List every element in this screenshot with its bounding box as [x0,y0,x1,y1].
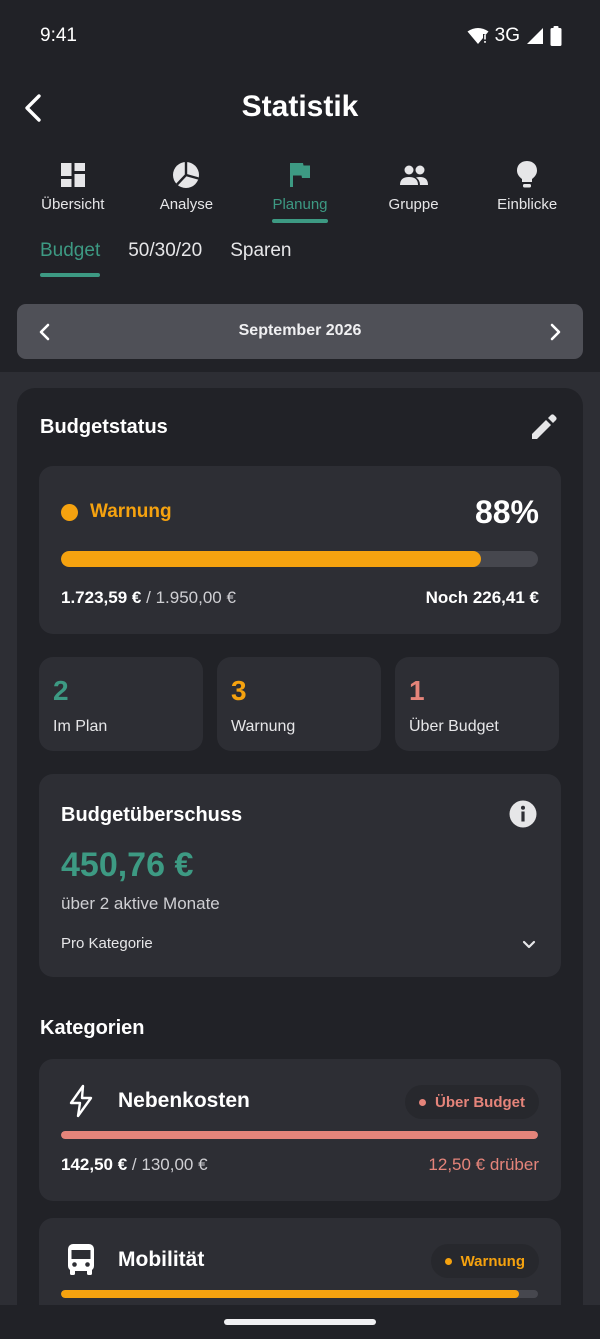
counter-value: 3 [231,675,247,706]
tab-planung[interactable]: Planung [243,150,357,230]
category-status-badge: Warnung [430,1244,539,1278]
info-button[interactable] [509,800,537,828]
pie-chart-icon [173,162,200,188]
tab-active-indicator [271,219,328,223]
info-icon [509,800,537,828]
subtab-budget[interactable]: Budget [40,240,101,280]
category-progress-bar [61,1131,538,1139]
budget-status-title: Budgetstatus [40,416,168,438]
tab-uebersicht[interactable]: Übersicht [16,150,130,230]
tab-label: Übersicht [41,196,105,213]
budget-surplus-box: Budgetüberschuss 450,76 € über 2 aktive … [39,774,561,977]
badge-label: Warnung [460,1252,525,1270]
battery-icon [550,26,562,46]
budget-card: Budgetstatus Warnung 88% 1.723,59 € / 1.… [17,388,583,1339]
bus-icon [68,1244,94,1275]
category-card-nebenkosten[interactable]: Nebenkosten Über Budget 142,50 € / 130,0… [39,1059,561,1201]
category-progress-fill [61,1290,519,1298]
surplus-subtitle: über 2 aktive Monate [61,894,220,913]
status-dot [61,503,78,521]
budget-progress-bar [61,551,538,567]
page-title: Statistik [241,90,359,123]
next-month-button[interactable] [539,316,571,348]
counter-warning[interactable]: 3 Warnung [217,657,381,751]
total-amount: 1.950,00 € [155,588,236,607]
home-indicator[interactable] [224,1319,376,1325]
counter-value: 1 [409,675,425,706]
tab-label: Analyse [159,196,214,213]
status-time: 9:41 [40,25,77,46]
badge-label: Über Budget [435,1093,525,1111]
budget-progress-fill [61,551,481,567]
status-icons: 3G [467,25,562,47]
main-tab-bar: Übersicht Analyse Planung Gruppe Einblic… [16,150,584,230]
per-category-toggle[interactable]: Pro Kategorie [61,935,153,952]
counter-label: Warnung [231,718,296,735]
edit-budget-button[interactable] [529,412,559,442]
counter-over-budget[interactable]: 1 Über Budget [395,657,559,751]
people-icon [399,165,428,185]
budget-percent: 88% [474,494,539,530]
wifi-icon [467,28,489,44]
categories-title: Kategorien [40,1017,145,1039]
category-progress-fill [61,1131,538,1139]
category-name: Nebenkosten [118,1089,250,1112]
month-label: September 2026 [238,322,362,339]
category-budget: 130,00 € [141,1155,208,1174]
budget-status-box: Warnung 88% 1.723,59 € / 1.950,00 € Noch… [39,466,561,634]
category-name: Mobilität [118,1248,205,1271]
signal-icon [527,28,543,44]
counter-value: 2 [53,675,69,706]
counter-in-plan[interactable]: 2 Im Plan [39,657,203,751]
subtab-50-30-20[interactable]: 50/30/20 [128,240,202,280]
chevron-right-icon [550,323,561,341]
tab-label: Einblicke [497,196,558,213]
flag-icon [289,163,310,187]
system-navigation-bar [0,1305,600,1339]
sub-tab-bar: Budget 50/30/20 Sparen [40,240,291,280]
status-label: Warnung [90,501,172,522]
surplus-title: Budgetüberschuss [61,804,243,826]
category-spent: 142,50 € [61,1155,128,1174]
tab-gruppe[interactable]: Gruppe [357,150,471,230]
chevron-down-icon [522,940,536,949]
app-bar: Statistik [0,72,600,144]
remaining-amount: Noch 226,41 € [425,588,539,607]
network-type: 3G [494,25,520,46]
category-status-badge: Über Budget [405,1085,539,1119]
counter-label: Im Plan [53,718,108,735]
counter-label: Über Budget [409,718,499,735]
category-icon-wrap [63,1083,99,1119]
tab-label: Gruppe [388,196,439,213]
lightning-icon [69,1084,93,1118]
subtab-sparen[interactable]: Sparen [230,240,291,280]
dashboard-icon [60,163,85,187]
per-category-expand-button[interactable] [519,934,539,954]
pencil-icon [532,414,557,439]
category-icon-wrap [63,1242,99,1278]
category-amounts: 142,50 € / 130,00 € [61,1155,208,1175]
amount-separator: / [131,1155,137,1174]
badge-dot [444,1257,452,1265]
month-selector: September 2026 [17,304,583,359]
surplus-amount: 450,76 € [61,846,194,884]
lightbulb-icon [517,161,538,188]
status-bar: 9:41 3G [0,0,600,72]
category-difference: 12,50 € drüber [428,1155,539,1174]
category-progress-bar [61,1290,538,1298]
budget-amounts: 1.723,59 € / 1.950,00 € [61,588,236,608]
spent-amount: 1.723,59 € [61,588,142,607]
tab-einblicke[interactable]: Einblicke [470,150,584,230]
badge-dot [419,1098,426,1106]
tab-analyse[interactable]: Analyse [130,150,244,230]
amount-separator: / [146,588,151,607]
status-badge: Warnung [61,501,172,523]
tab-label: Planung [272,196,328,213]
